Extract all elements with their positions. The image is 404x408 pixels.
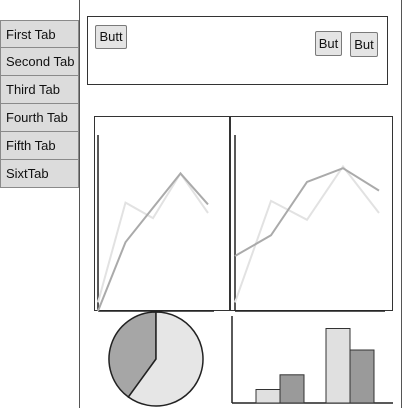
line-chart-2-panel	[230, 116, 393, 312]
bar-1-series-2	[279, 374, 305, 404]
toolbar-button-right-1[interactable]: But	[315, 31, 342, 56]
tab-sixth[interactable]: SixtTab	[0, 160, 79, 188]
sidebar-tabs: First Tab Second Tab Third Tab Fourth Ta…	[0, 20, 79, 188]
line-chart-2-series-2	[234, 164, 380, 303]
line-chart-2-series-1	[234, 167, 380, 257]
line-chart-2	[234, 135, 385, 312]
bar-2-series-1	[325, 328, 351, 404]
tab-fifth[interactable]: Fifth Tab	[0, 132, 79, 160]
tab-second[interactable]: Second Tab	[0, 48, 79, 76]
bar-1-series-1	[255, 389, 281, 404]
line-chart-1-series-2	[97, 171, 209, 303]
toolbar-panel: Butt But But	[87, 16, 388, 85]
line-chart-1-panel	[94, 116, 230, 312]
line-chart-1	[97, 135, 214, 312]
tab-fourth[interactable]: Fourth Tab	[0, 104, 79, 132]
bar-chart	[231, 316, 393, 404]
tab-third[interactable]: Third Tab	[0, 76, 79, 104]
tab-first[interactable]: First Tab	[0, 20, 79, 48]
toolbar-button-right-2[interactable]: But	[350, 32, 378, 57]
toolbar-button-left[interactable]: Butt	[95, 25, 127, 49]
bar-2-series-2	[349, 349, 375, 404]
pie-chart	[108, 311, 204, 407]
